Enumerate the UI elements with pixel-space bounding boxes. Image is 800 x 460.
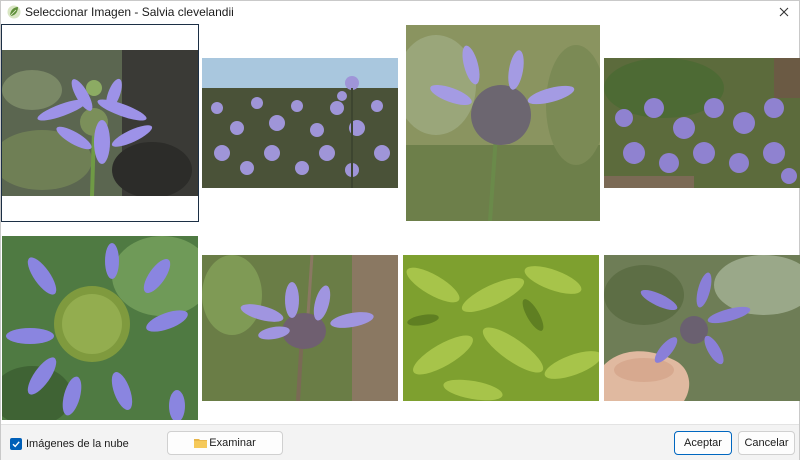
image-grid — [1, 24, 800, 422]
title-bar: Seleccionar Imagen - Salvia clevelandii — [1, 1, 799, 23]
image-7-thumbnail — [403, 255, 599, 401]
close-icon — [779, 7, 789, 17]
image-3-thumbnail — [406, 25, 600, 221]
image-6-thumbnail — [202, 255, 398, 401]
image-tile-7[interactable] — [402, 229, 600, 427]
image-8-thumbnail — [604, 255, 800, 401]
image-tile-1[interactable] — [1, 24, 199, 222]
accept-button-label: Aceptar — [684, 437, 722, 449]
checkmark-icon — [12, 441, 20, 448]
browse-button[interactable]: Examinar — [167, 431, 283, 455]
image-tile-8[interactable] — [603, 229, 800, 427]
image-tile-6[interactable] — [201, 229, 399, 427]
cancel-button-label: Cancelar — [744, 437, 789, 449]
cancel-button[interactable]: Cancelar — [738, 431, 795, 455]
app-leaf-icon — [7, 5, 21, 19]
accept-button[interactable]: Aceptar — [674, 431, 732, 455]
browse-button-label: Examinar — [209, 437, 256, 449]
image-1-thumbnail — [2, 50, 198, 196]
image-tile-2[interactable] — [201, 24, 399, 222]
image-5-thumbnail — [2, 236, 198, 420]
dialog-footer: Imágenes de la nube Examinar Aceptar Can… — [1, 424, 799, 460]
select-image-dialog: Seleccionar Imagen - Salvia clevelandii — [0, 0, 800, 460]
close-button[interactable] — [775, 3, 793, 21]
cloud-images-checkbox[interactable] — [10, 438, 22, 450]
cloud-images-label[interactable]: Imágenes de la nube — [26, 438, 129, 450]
image-4-thumbnail — [604, 58, 800, 188]
image-tile-3[interactable] — [404, 24, 602, 222]
image-tile-4[interactable] — [603, 24, 800, 222]
image-2-thumbnail — [202, 58, 398, 188]
window-title: Seleccionar Imagen - Salvia clevelandii — [25, 5, 234, 19]
folder-icon — [194, 439, 208, 448]
image-tile-5[interactable] — [1, 229, 199, 427]
